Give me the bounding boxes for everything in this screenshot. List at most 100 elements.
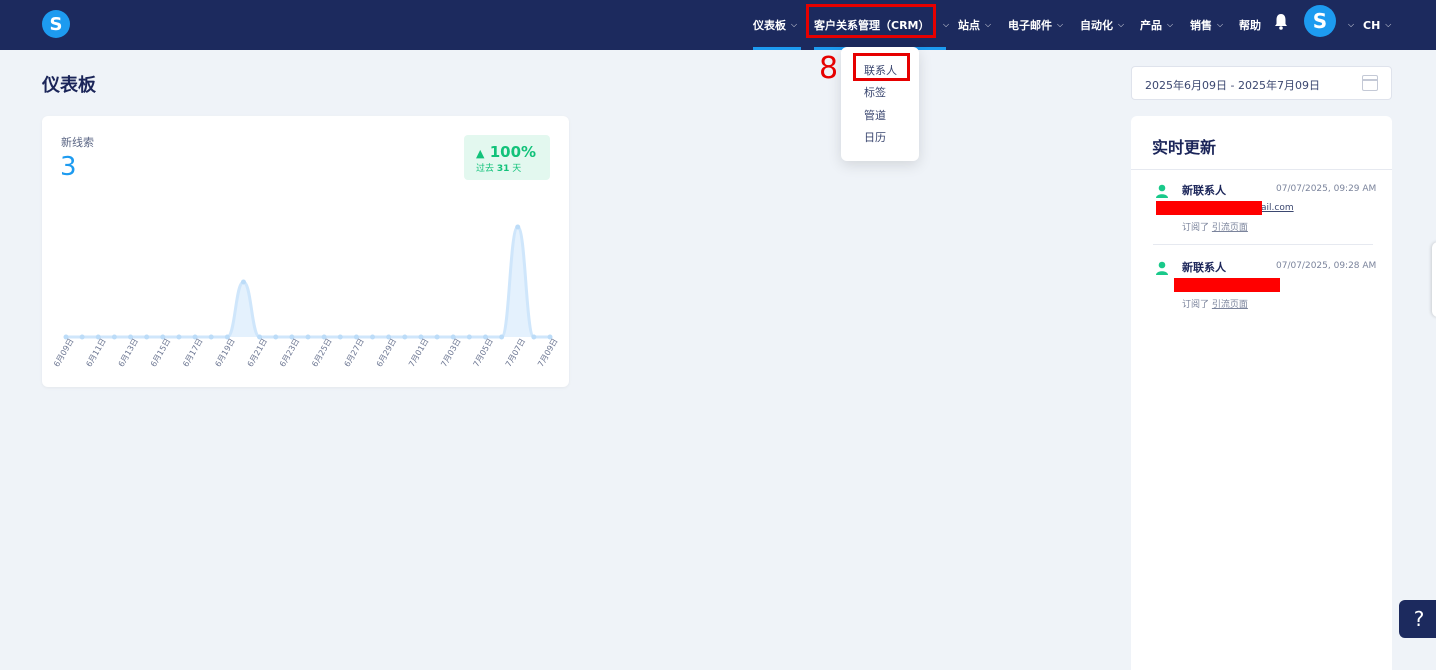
nav-email-label: 电子邮件: [1008, 19, 1052, 32]
x-tick-label: 7月07日: [504, 337, 527, 369]
nav-sales[interactable]: 销售 ⌵: [1190, 0, 1223, 50]
chevron-down-icon: ⌵: [985, 20, 992, 29]
x-tick-label: 6月23日: [278, 337, 301, 369]
chart-point[interactable]: [370, 334, 376, 340]
update-sub-prefix: 订阅了: [1182, 223, 1210, 233]
chart-point[interactable]: [240, 279, 246, 285]
divider: [1131, 169, 1392, 170]
chart-point[interactable]: [144, 334, 150, 340]
chart-area: [66, 227, 550, 337]
top-navbar: S 仪表板 ⌵ 客户关系管理（CRM） ⌵ 站点 ⌵ 电子邮件 ⌵ 自动化 ⌵ 产品 ⌵ …: [0, 0, 1436, 50]
nav-sites[interactable]: 站点 ⌵: [958, 0, 991, 50]
update-time: 07/07/2025, 09:28 AM: [1276, 261, 1377, 271]
chart-point[interactable]: [273, 334, 279, 340]
x-tick-label: 7月01日: [407, 337, 430, 369]
landing-page-link[interactable]: 引流页面: [1212, 300, 1248, 310]
update-email[interactable]: ail.com: [1261, 203, 1294, 213]
nav-help-label: 帮助: [1239, 19, 1261, 32]
leads-chart: 6月09日 6月11日 6月13日 6月15日 6月17日 6月19日 6月21日 6月23日…: [52, 224, 560, 369]
x-tick-label: 6月21日: [246, 337, 269, 369]
nav-crm-chevron[interactable]: ⌵: [938, 0, 949, 50]
x-tick-label: 6月11日: [84, 337, 107, 369]
chart-line: [66, 225, 550, 339]
update-title: 新联系人: [1182, 184, 1226, 197]
menu-item-pipelines[interactable]: 管道: [864, 107, 886, 123]
update-title: 新联系人: [1182, 261, 1226, 274]
date-range-value: 2025年6月09日 - 2025年7月09日: [1145, 79, 1320, 92]
chart-point[interactable]: [531, 334, 537, 340]
chart-point[interactable]: [515, 224, 521, 230]
x-tick-label: 7月05日: [472, 337, 495, 369]
side-panel-handle[interactable]: [1432, 242, 1436, 317]
menu-item-tags[interactable]: 标签: [864, 84, 886, 100]
x-tick-label: 7月09日: [536, 337, 559, 369]
nav-automation-label: 自动化: [1080, 19, 1113, 32]
calendar-icon: [1362, 75, 1378, 91]
chart-point[interactable]: [499, 334, 505, 340]
nav-active-indicator: [753, 47, 801, 50]
nav-sites-label: 站点: [958, 19, 980, 32]
nav-products-label: 产品: [1140, 19, 1162, 32]
menu-item-calendar[interactable]: 日历: [864, 129, 886, 145]
chevron-down-icon: ⌵: [1167, 20, 1174, 29]
chart-point[interactable]: [402, 334, 408, 340]
menu-item-contacts[interactable]: 联系人: [864, 62, 897, 78]
nav-dashboard[interactable]: 仪表板 ⌵: [753, 0, 797, 50]
new-leads-card: 新线索 3 ▲ 100% 过去 31 天 6月09日 6月11日 6月13日 6月15…: [42, 116, 569, 387]
x-tick-label: 6月09日: [52, 337, 75, 369]
x-tick-label: 6月17日: [181, 337, 204, 369]
nav-automation[interactable]: 自动化 ⌵: [1080, 0, 1124, 50]
crm-dropdown-menu: 联系人 标签 管道 日历: [841, 47, 919, 161]
nav-crm[interactable]: 客户关系管理（CRM）: [814, 0, 930, 50]
nav-sales-label: 销售: [1190, 19, 1212, 32]
live-updates-panel: 实时更新 新联系人 07/07/2025, 09:29 AM ail.com 订…: [1131, 116, 1392, 670]
update-subscription: 订阅了 引流页面: [1182, 297, 1248, 310]
brand-logo[interactable]: S: [42, 10, 70, 38]
chart-point[interactable]: [466, 334, 472, 340]
avatar-menu-chevron[interactable]: ⌵: [1343, 0, 1354, 50]
person-icon: [1156, 261, 1168, 275]
chevron-down-icon: ⌵: [943, 20, 950, 29]
chevron-down-icon: ⌵: [1118, 20, 1125, 29]
chevron-down-icon: ⌵: [1385, 20, 1392, 29]
update-sub-prefix: 订阅了: [1182, 300, 1210, 310]
chart-point[interactable]: [111, 334, 117, 340]
x-tick-label: 6月15日: [149, 337, 172, 369]
nav-products[interactable]: 产品 ⌵: [1140, 0, 1173, 50]
chevron-down-icon: ⌵: [1348, 20, 1355, 29]
x-tick-label: 6月13日: [117, 337, 140, 369]
nav-help[interactable]: 帮助: [1239, 0, 1261, 50]
x-tick-label: 6月29日: [375, 337, 398, 369]
chevron-down-icon: ⌵: [791, 20, 798, 29]
nav-email[interactable]: 电子邮件 ⌵: [1008, 0, 1063, 50]
update-subscription: 订阅了 引流页面: [1182, 220, 1248, 233]
page-title: 仪表板: [42, 75, 96, 96]
x-tick-label: 6月19日: [213, 337, 236, 369]
chevron-down-icon: ⌵: [1217, 20, 1224, 29]
nav-dashboard-label: 仪表板: [753, 19, 786, 32]
chart-point[interactable]: [434, 334, 440, 340]
chart-point[interactable]: [208, 334, 214, 340]
help-button[interactable]: ?: [1399, 600, 1436, 638]
chevron-down-icon: ⌵: [1057, 20, 1064, 29]
chart-point[interactable]: [305, 334, 311, 340]
bell-icon[interactable]: [1273, 12, 1289, 32]
chart-point[interactable]: [79, 334, 85, 340]
landing-page-link[interactable]: 引流页面: [1212, 223, 1248, 233]
nav-crm-label: 客户关系管理（CRM）: [814, 19, 930, 32]
chart-point[interactable]: [176, 334, 182, 340]
language-selector[interactable]: CH ⌵: [1363, 0, 1391, 50]
x-tick-label: 7月03日: [439, 337, 462, 369]
date-range-picker[interactable]: 2025年6月09日 - 2025年7月09日: [1131, 66, 1392, 100]
update-time: 07/07/2025, 09:29 AM: [1276, 184, 1377, 194]
x-tick-label: 6月25日: [310, 337, 333, 369]
person-icon: [1156, 184, 1168, 198]
user-avatar[interactable]: S: [1304, 5, 1336, 37]
panel-title: 实时更新: [1152, 138, 1217, 157]
language-label: CH: [1363, 18, 1381, 32]
redaction-bar: [1174, 278, 1280, 292]
x-tick-label: 6月27日: [343, 337, 366, 369]
chart-point[interactable]: [337, 334, 343, 340]
annotation-step-number: 8: [819, 51, 839, 86]
row-divider: [1153, 244, 1373, 245]
